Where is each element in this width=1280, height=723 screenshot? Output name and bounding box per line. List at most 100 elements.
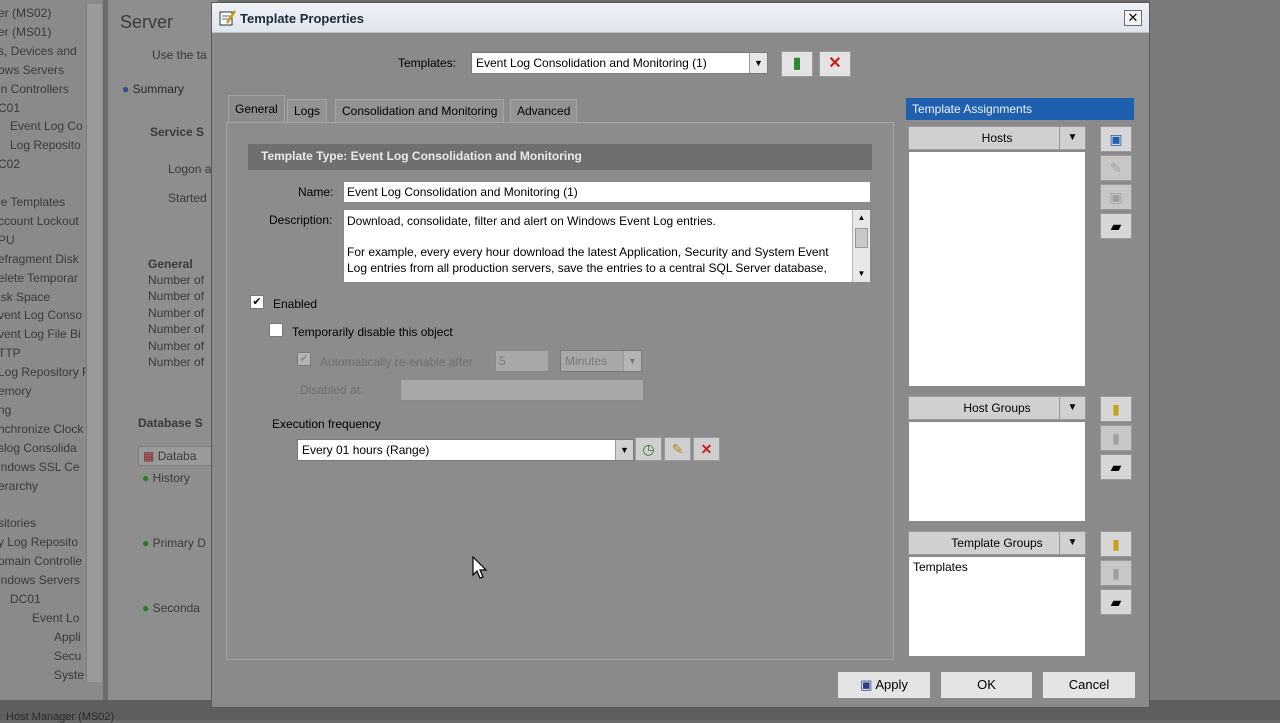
template-groups-list[interactable]: Templates [908, 556, 1086, 657]
background-tree-item[interactable]: DC01 [10, 592, 41, 606]
background-tree-item[interactable]: Syste [54, 668, 84, 682]
reenable-unit-select[interactable]: Minutes ▼ [560, 350, 642, 372]
background-tree-item[interactable]: omain Controlle [0, 554, 82, 568]
chevron-down-icon[interactable]: ▼ [1059, 532, 1085, 554]
background-tree-item[interactable]: erarchy [0, 479, 38, 493]
auto-reenable-label: Automatically re-enable after [320, 355, 473, 369]
temporarily-disable-checkbox[interactable] [269, 323, 283, 337]
template-groups-selector[interactable]: Template Groups ▼ [908, 531, 1086, 555]
description-scrollbar[interactable]: ▲ ▼ [852, 210, 870, 282]
chevron-down-icon[interactable]: ▼ [1059, 397, 1085, 419]
background-tree-item[interactable]: C02 [0, 157, 20, 171]
background-tree-item[interactable]: slog Consolida [0, 441, 77, 455]
background-tree-item[interactable]: Secu [54, 649, 81, 663]
background-tree-item[interactable]: TTP [0, 346, 21, 360]
delete-template-button[interactable]: ✕ [819, 51, 851, 77]
background-tree-item[interactable]: efragment Disk [0, 252, 79, 266]
background-tree-item[interactable]: Log Reposito [10, 138, 81, 152]
background-tree-item[interactable]: indows SSL Ce [0, 460, 80, 474]
background-tree-item[interactable]: s, Devices and [0, 44, 77, 58]
background-tree-item[interactable]: vent Log File Bi [0, 327, 81, 341]
background-tree-item[interactable]: PU [0, 233, 15, 247]
chevron-down-icon[interactable]: ▼ [749, 53, 767, 73]
add-host-group-button[interactable]: ▮ [1100, 396, 1132, 422]
background-tree-item[interactable]: ows Servers [0, 63, 64, 77]
execution-frequency-combobox[interactable]: Every 01 hours (Range) ▼ [297, 439, 634, 461]
scroll-up-icon[interactable]: ▲ [853, 210, 870, 226]
ok-button[interactable]: OK [940, 671, 1033, 699]
disabled-at-field[interactable] [400, 379, 644, 401]
dialog-title: Template Properties [240, 11, 365, 26]
background-tab-summary[interactable]: ● Summary [122, 82, 184, 96]
background-tree-item[interactable]: nchronize Clock [0, 422, 83, 436]
list-item[interactable]: Templates [913, 560, 1081, 574]
apply-button[interactable]: ▣ Apply [837, 671, 931, 699]
background-tree-item[interactable]: y Log Reposito [0, 535, 78, 549]
new-template-button[interactable]: ▮ [781, 51, 813, 77]
reenable-value-field[interactable]: 5 [495, 350, 549, 372]
add-folder-icon: ▮ [1112, 401, 1120, 417]
description-textarea[interactable]: Download, consolidate, filter and alert … [343, 209, 871, 283]
hosts-list[interactable] [908, 151, 1086, 387]
background-tree-scrollbar[interactable] [86, 4, 102, 682]
clear-hosts-button[interactable]: ▰ [1100, 213, 1132, 239]
tab-general[interactable]: General [228, 95, 285, 123]
add-host-button[interactable]: ▣ [1100, 126, 1132, 152]
scroll-thumb[interactable] [855, 228, 868, 248]
host-groups-selector[interactable]: Host Groups ▼ [908, 396, 1086, 420]
remove-host-button[interactable]: ▣ [1100, 184, 1132, 210]
background-tree-item[interactable]: ng [0, 403, 11, 417]
execution-frequency-value: Every 01 hours (Range) [302, 443, 430, 457]
background-tree-item[interactable]: Event Log Co [10, 119, 83, 133]
background-db-row[interactable]: ● Primary D [142, 536, 206, 550]
background-tree-item[interactable]: Event Lo [32, 611, 79, 625]
background-tree-item[interactable]: ccount Lockout [0, 214, 79, 228]
dialog-titlebar[interactable]: Template Properties ✕ [212, 3, 1149, 33]
edit-host-button[interactable]: ✎ [1100, 155, 1132, 181]
delete-schedule-button[interactable]: ✕ [693, 437, 720, 461]
template-type-header: Template Type: Event Log Consolidation a… [248, 144, 872, 170]
edit-template-group-button[interactable]: ▮ [1100, 560, 1132, 586]
background-tree-item[interactable]: vent Log Conso [0, 308, 82, 322]
tab-logs[interactable]: Logs [287, 99, 328, 123]
auto-reenable-checkbox[interactable]: ✔ [297, 352, 311, 366]
background-tree-item[interactable]: in Controllers [0, 82, 69, 96]
background-tree-item[interactable]: emory [0, 384, 31, 398]
scroll-down-icon[interactable]: ▼ [853, 266, 870, 282]
background-number-label: Number of [148, 338, 205, 353]
background-tree-item[interactable]: er (MS01) [0, 25, 51, 39]
new-schedule-button[interactable]: ◷ [635, 437, 662, 461]
enabled-checkbox[interactable]: ✔ [250, 295, 264, 309]
hosts-selector[interactable]: Hosts ▼ [908, 126, 1086, 150]
background-tree-item[interactable]: Log Repository F [0, 365, 89, 379]
background-db-row[interactable]: ● Seconda [142, 601, 200, 615]
chevron-down-icon[interactable]: ▼ [1059, 127, 1085, 149]
background-tree-item[interactable]: indows Servers [0, 573, 80, 587]
background-tree-item[interactable]: er (MS02) [0, 6, 51, 20]
edit-host-group-button[interactable]: ▮ [1100, 425, 1132, 451]
host-groups-list[interactable] [908, 421, 1086, 522]
cancel-button[interactable]: Cancel [1042, 671, 1136, 699]
chevron-down-icon[interactable]: ▼ [615, 440, 633, 460]
chevron-down-icon[interactable]: ▼ [623, 351, 641, 371]
background-tree-item[interactable]: C01 [0, 101, 20, 115]
template-assignments-header: Template Assignments [906, 98, 1134, 120]
add-template-group-button[interactable]: ▮ [1100, 531, 1132, 557]
clear-host-groups-button[interactable]: ▰ [1100, 454, 1132, 480]
background-tree-item[interactable]: isk Space [0, 290, 50, 304]
close-button[interactable]: ✕ [1124, 10, 1142, 26]
info-icon: ● [122, 82, 130, 96]
background-tree-item[interactable]: le Templates [0, 195, 65, 209]
background-tree-item[interactable]: sitories [0, 516, 36, 530]
delete-x-icon: ✕ [828, 55, 842, 72]
edit-schedule-button[interactable]: ✎ [664, 437, 691, 461]
templates-combobox[interactable]: Event Log Consolidation and Monitoring (… [471, 52, 768, 74]
name-field[interactable]: Event Log Consolidation and Monitoring (… [343, 181, 871, 203]
clear-template-groups-button[interactable]: ▰ [1100, 589, 1132, 615]
background-db-row[interactable]: ● History [142, 471, 190, 485]
tab-advanced[interactable]: Advanced [510, 99, 578, 123]
background-tree-item[interactable]: elete Temporar [0, 271, 78, 285]
background-started-label: Started [168, 191, 207, 205]
tab-consolidation-monitoring[interactable]: Consolidation and Monitoring [335, 99, 505, 123]
background-tree-item[interactable]: Appli [54, 630, 81, 644]
